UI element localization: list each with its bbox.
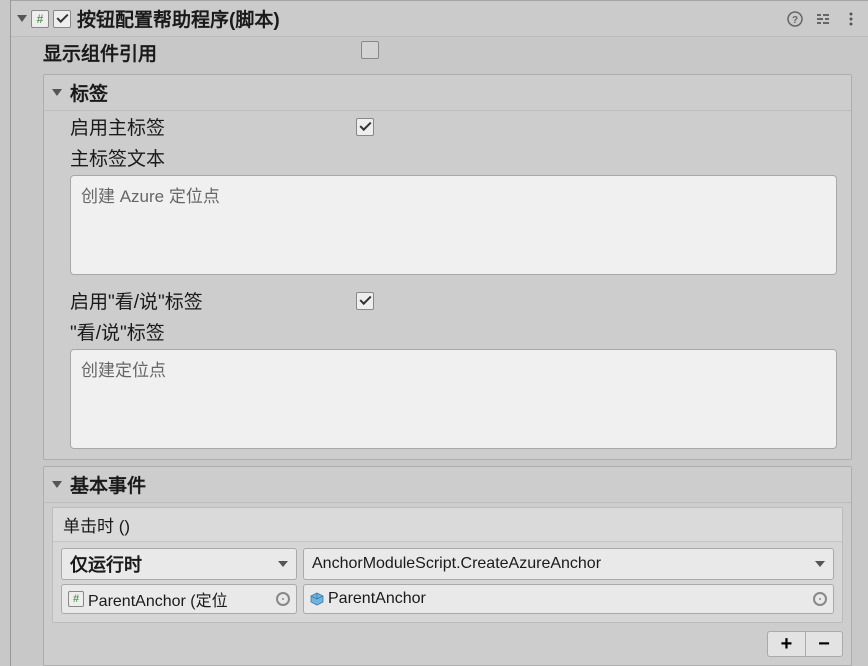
seesay-textarea[interactable]: 创建定位点	[70, 349, 837, 449]
main-label-text-row: 主标签文本	[44, 142, 851, 173]
events-section-title: 基本事件	[70, 471, 146, 498]
enable-seesay-row: 启用"看/说"标签	[44, 285, 851, 316]
main-label-textarea[interactable]: 创建 Azure 定位点	[70, 175, 837, 275]
show-references-row: 显示组件引用	[11, 37, 868, 68]
show-references-label: 显示组件引用	[43, 39, 361, 66]
menu-icon[interactable]	[842, 10, 860, 28]
target-object-field[interactable]: ParentAnchor	[303, 584, 834, 614]
runtime-mode-dropdown[interactable]: 仅运行时	[61, 548, 297, 580]
seesay-label-row: "看/说"标签	[44, 316, 851, 347]
svg-text:?: ?	[792, 15, 798, 26]
remove-event-button[interactable]: −	[805, 631, 843, 657]
labels-section-foldout[interactable]	[52, 89, 62, 96]
enable-seesay-checkbox[interactable]	[356, 292, 374, 310]
component-enabled-checkbox[interactable]	[53, 10, 71, 28]
script-icon: #	[68, 591, 84, 607]
target-object-value: ParentAnchor	[328, 590, 426, 608]
seesay-label: "看/说"标签	[70, 318, 356, 345]
target-script-field[interactable]: # ParentAnchor (定位	[61, 584, 297, 614]
gameobject-icon	[310, 592, 324, 606]
target-script-value: ParentAnchor (定位	[88, 587, 228, 611]
show-references-checkbox[interactable]	[361, 41, 379, 59]
component-title: 按钮配置帮助程序(脚本)	[77, 5, 786, 32]
function-dropdown[interactable]: AnchorModuleScript.CreateAzureAnchor	[303, 548, 834, 580]
component-inspector-panel: # 按钮配置帮助程序(脚本) ? 显示组件引用 标签 启用主标签	[10, 0, 868, 666]
enable-main-checkbox[interactable]	[356, 118, 374, 136]
chevron-down-icon	[815, 561, 825, 567]
enable-main-label: 启用主标签	[70, 113, 356, 140]
component-header: # 按钮配置帮助程序(脚本) ?	[11, 0, 868, 37]
chevron-down-icon	[278, 561, 288, 567]
labels-section: 标签 启用主标签 主标签文本 创建 Azure 定位点 启用"看/说"标签 "看…	[43, 74, 852, 460]
onclick-event-block: 单击时 () 仅运行时 AnchorModuleScript.CreateAzu…	[52, 507, 843, 623]
help-icon[interactable]: ?	[786, 10, 804, 28]
preset-icon[interactable]	[814, 10, 832, 28]
events-section: 基本事件 单击时 () 仅运行时 AnchorModuleScript.Crea…	[43, 466, 852, 666]
runtime-mode-value: 仅运行时	[70, 551, 142, 577]
add-event-button[interactable]: +	[767, 631, 805, 657]
object-picker-icon[interactable]	[813, 592, 827, 606]
events-section-foldout[interactable]	[52, 481, 62, 488]
onclick-label: 单击时 ()	[53, 508, 842, 542]
labels-section-title: 标签	[70, 79, 108, 106]
script-icon: #	[31, 10, 49, 28]
labels-section-header[interactable]: 标签	[44, 75, 851, 111]
enable-seesay-label: 启用"看/说"标签	[70, 287, 356, 314]
enable-main-label-row: 启用主标签	[44, 111, 851, 142]
main-label-text-label: 主标签文本	[70, 144, 356, 171]
function-value: AnchorModuleScript.CreateAzureAnchor	[312, 555, 601, 573]
component-foldout[interactable]	[17, 15, 27, 22]
events-section-header[interactable]: 基本事件	[44, 467, 851, 503]
object-picker-icon[interactable]	[276, 592, 290, 606]
